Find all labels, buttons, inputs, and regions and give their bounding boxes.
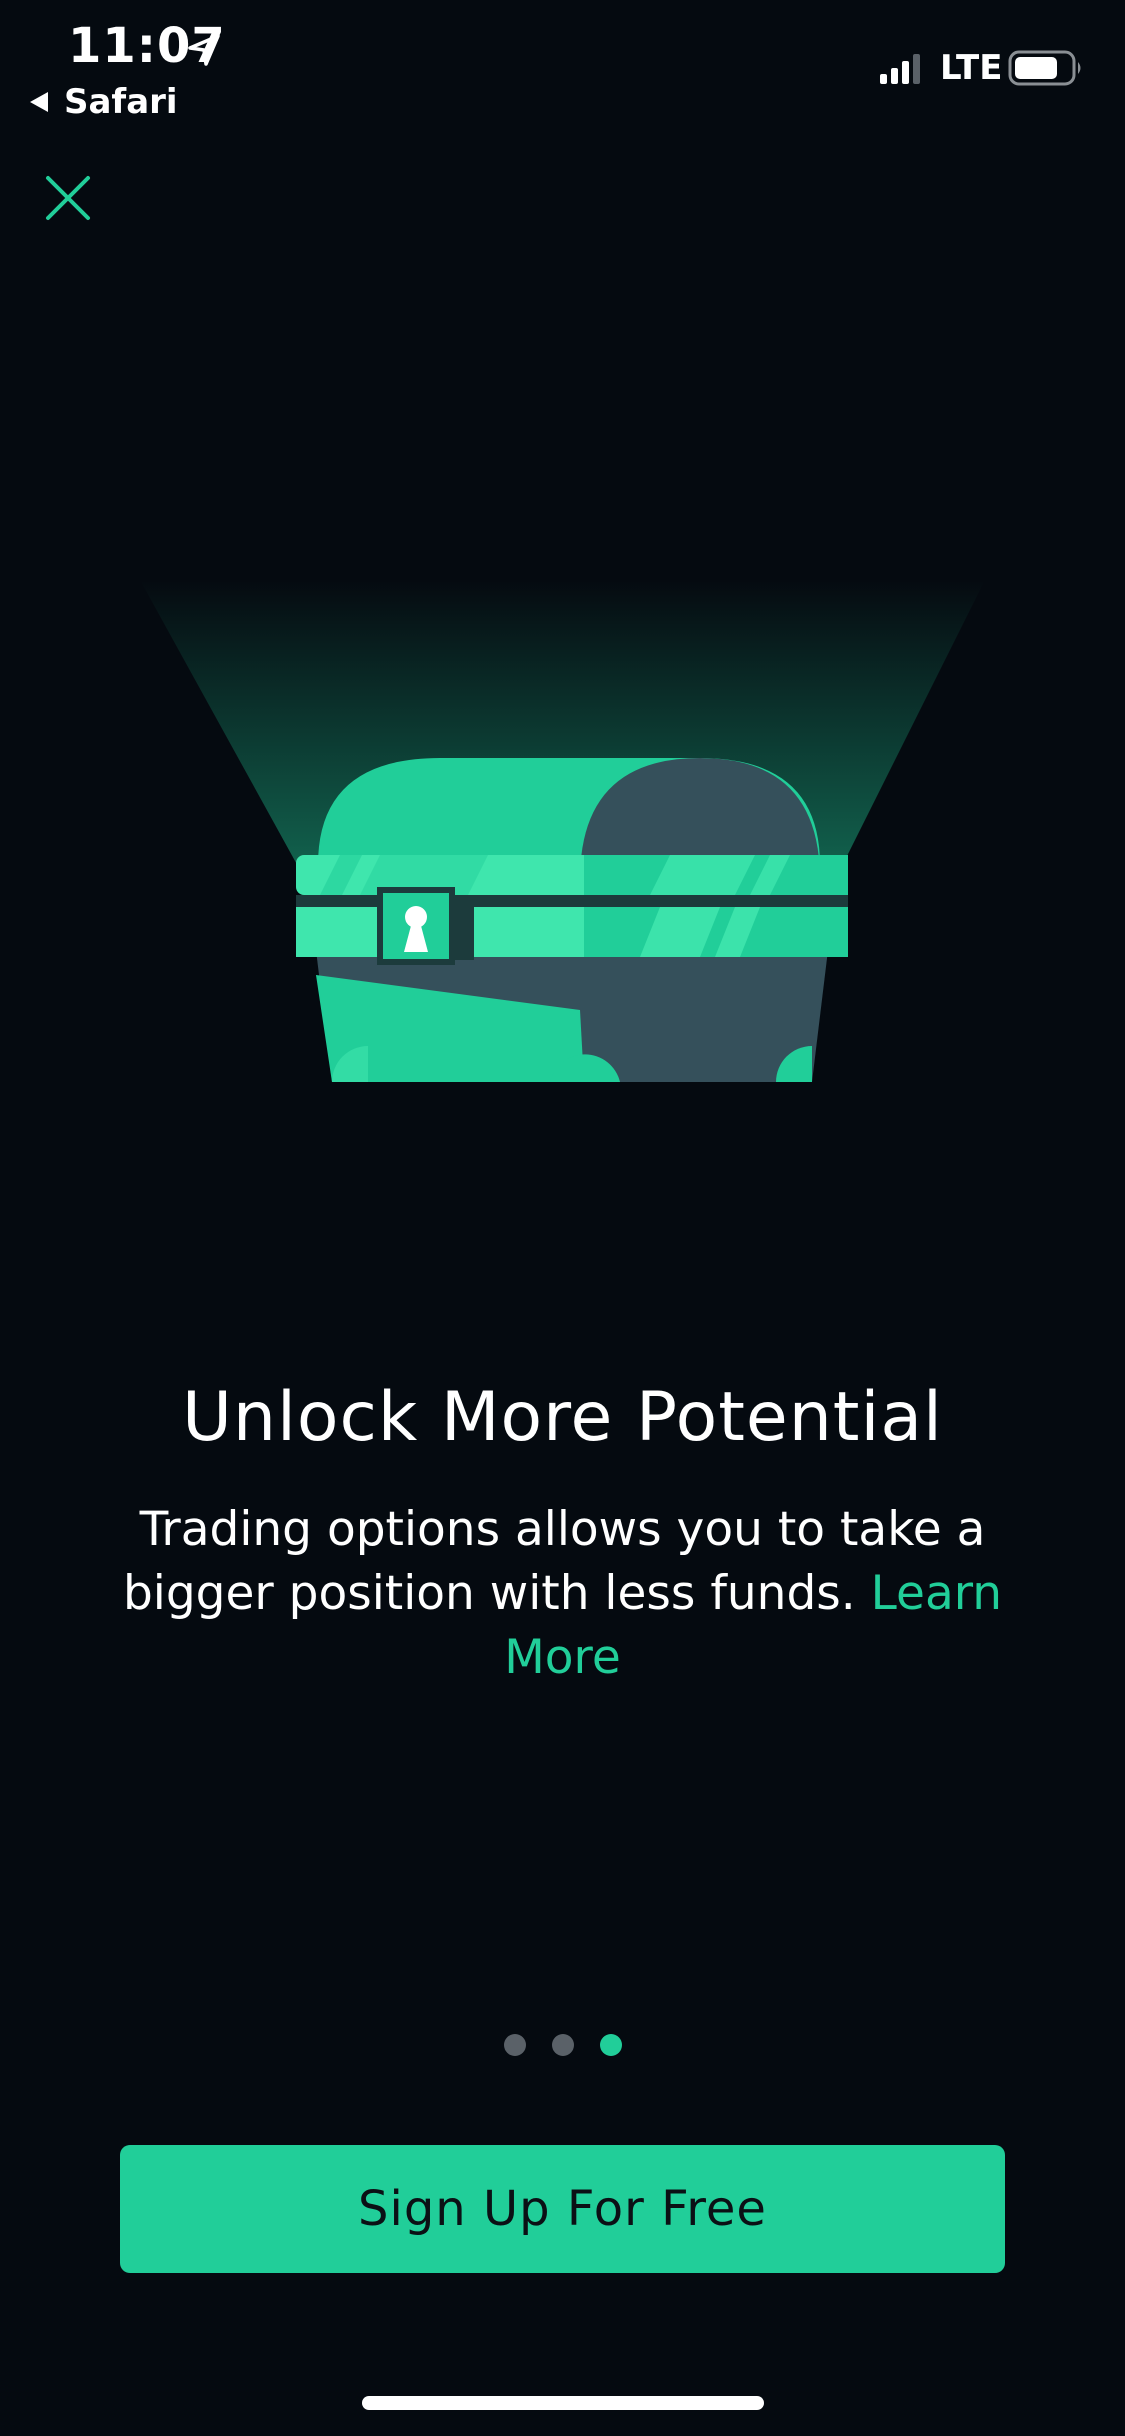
page-title: Unlock More Potential: [182, 1378, 943, 1457]
back-to-safari-link[interactable]: Safari: [28, 82, 178, 122]
description: Trading options allows you to take a big…: [60, 1498, 1065, 1690]
sign-up-button[interactable]: Sign Up For Free: [120, 2145, 1005, 2273]
status-bar: 11:07 Safari LTE: [0, 0, 1125, 130]
battery-icon: [1008, 50, 1081, 86]
location-arrow-icon: [188, 34, 220, 66]
description-text: Trading options allows you to take a big…: [122, 1502, 986, 1621]
signal-icon: [880, 54, 920, 84]
treasure-chest-icon: [140, 580, 985, 1082]
back-app-label: Safari: [64, 82, 178, 122]
home-indicator[interactable]: [362, 2396, 764, 2410]
page-indicator: [0, 2034, 1125, 2056]
back-arrow-icon: [30, 92, 48, 112]
page-dot: [503, 2034, 526, 2056]
close-button[interactable]: [40, 170, 96, 226]
page-dot-active: [599, 2034, 622, 2056]
close-icon: [46, 176, 90, 220]
treasure-chest-illustration: [140, 580, 985, 1082]
page-dot: [551, 2034, 574, 2056]
network-type: LTE: [940, 48, 1003, 88]
